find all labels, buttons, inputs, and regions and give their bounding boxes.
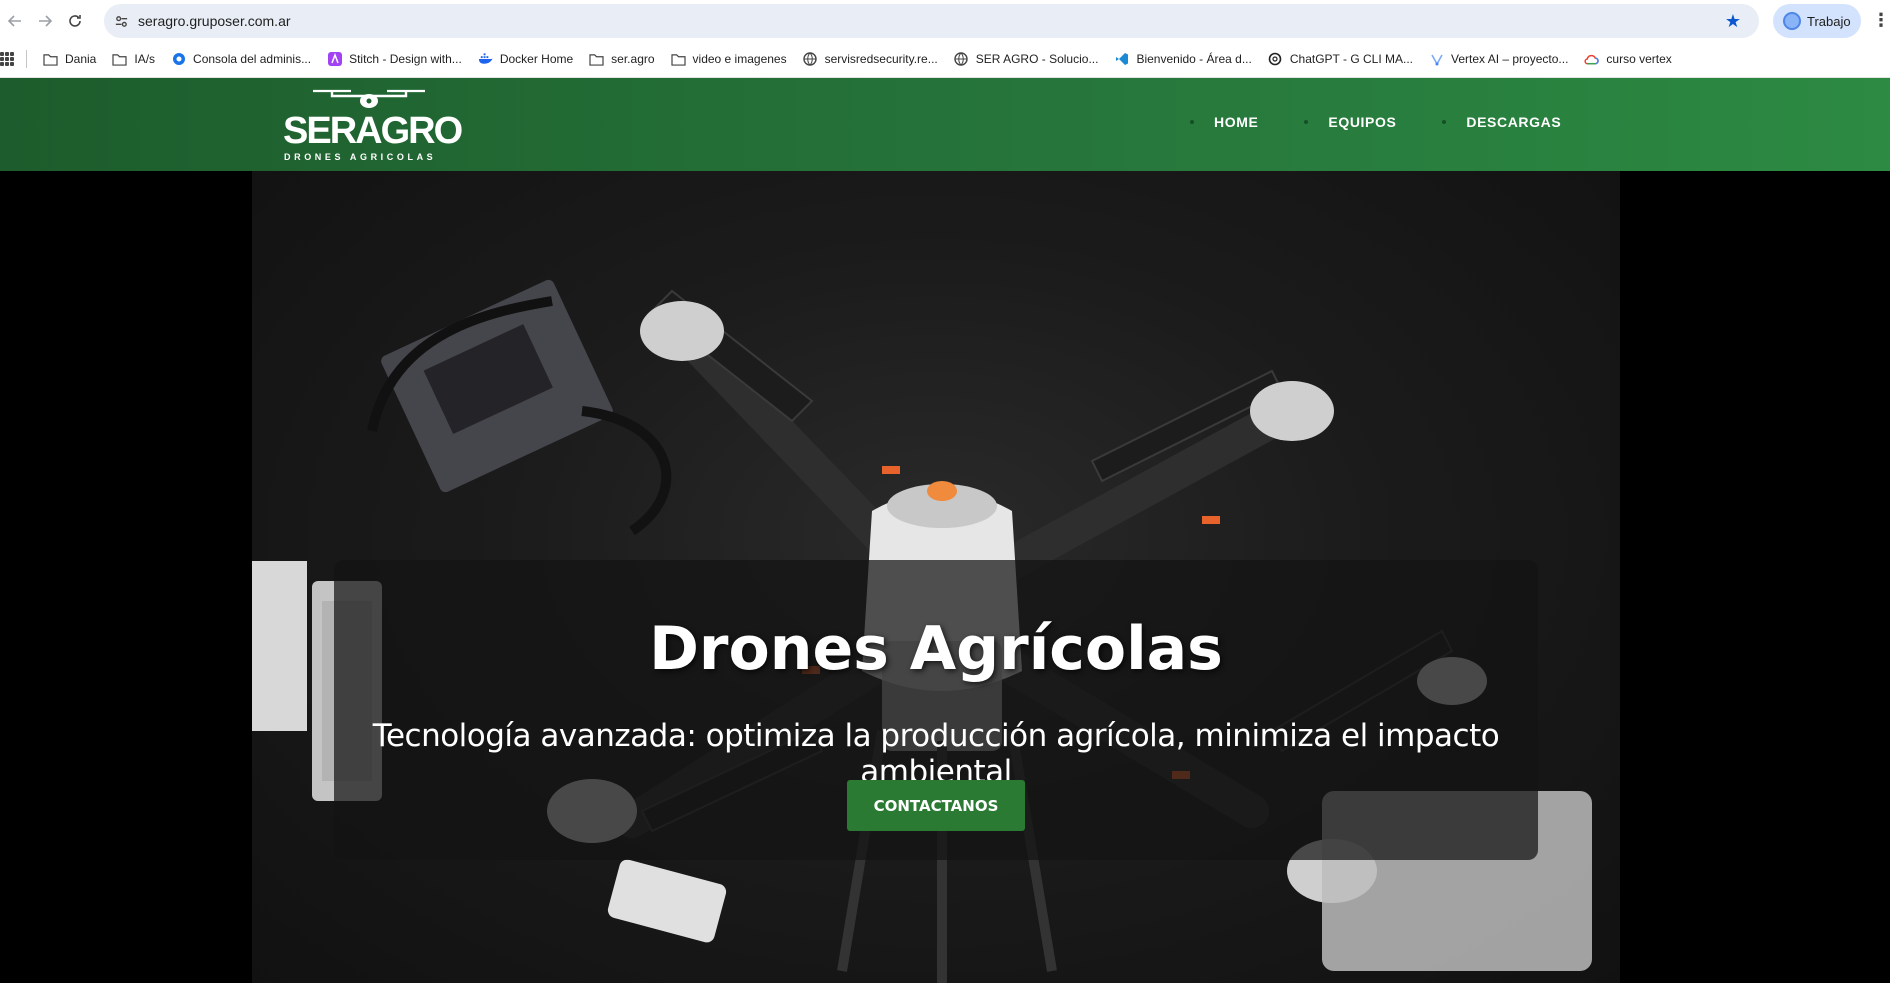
bookmark-label: servisredsecurity.re... [824,52,938,66]
bookmark-stitch[interactable]: Stitch - Design with... [319,45,470,73]
bookmark-label: SER AGRO - Solucio... [975,52,1099,66]
bookmark-ias[interactable]: IA/s [104,45,163,73]
more-menu-icon[interactable]: ⋮ [1872,8,1890,32]
hero-caption-box: Drones Agrícolas Tecnología avanzada: op… [334,560,1538,860]
bookmark-label: Vertex AI – proyecto... [1451,52,1569,66]
admin-console-icon [171,52,186,66]
bookmark-label: video e imagenes [692,52,787,66]
folder-icon [43,52,58,66]
logo-tagline: DRONES AGRICOLAS [284,152,437,162]
bookmarks-bar: Dania IA/s Consola del adminis... Stitch… [0,41,1890,78]
bookmark-label: ser.agro [611,52,655,66]
bullet-icon [1304,120,1309,124]
nav-label: DESCARGAS [1466,114,1562,130]
nav-label: EQUIPOS [1328,114,1397,130]
browser-toolbar: seragro.gruposer.com.ar ★ Trabajo ⋮ [0,0,1890,41]
folder-icon [670,52,686,66]
google-cloud-icon [1584,52,1600,66]
main-navigation: HOME EQUIPOS DESCARGAS [1190,114,1607,130]
bookmark-label: Dania [65,52,97,66]
chatgpt-icon [1268,52,1283,66]
bookmark-curso-vertex[interactable]: curso vertex [1576,45,1679,73]
arrow-right-icon [39,14,53,27]
vscode-icon [1114,52,1129,66]
nav-home[interactable]: HOME [1190,114,1258,130]
globe-icon [954,52,969,66]
bookmark-video[interactable]: video e imagenes [663,45,795,73]
bookmark-ser-agro[interactable]: SER AGRO - Solucio... [946,45,1107,73]
seragro-logo[interactable]: SERAGRO DRONES AGRICOLAS [283,88,463,162]
profile-button[interactable]: Trabajo [1773,4,1861,38]
folder-icon [589,52,604,66]
drone-logo-icon [313,89,425,108]
bookmark-star-icon[interactable]: ★ [1725,12,1741,30]
address-bar[interactable]: seragro.gruposer.com.ar ★ [104,4,1759,38]
avatar [1783,12,1801,30]
bookmarks-divider [26,50,27,68]
globe-icon [803,52,818,66]
site-header: SERAGRO DRONES AGRICOLAS HOME EQUIPOS DE… [0,78,1890,171]
bookmark-label: Consola del adminis... [193,52,312,66]
website-viewport: SERAGRO DRONES AGRICOLAS HOME EQUIPOS DE… [0,78,1890,983]
bookmark-bienvenido[interactable]: Bienvenido - Área d... [1106,45,1259,73]
nav-label: HOME [1214,114,1259,130]
url-text[interactable]: seragro.gruposer.com.ar [138,13,291,29]
bookmark-label: IA/s [134,52,156,66]
apps-grid-icon[interactable] [0,52,14,66]
site-info-icon[interactable] [104,14,138,29]
contact-button[interactable]: CONTACTANOS [847,780,1025,831]
hero-section: Drones Agrícolas Tecnología avanzada: op… [252,171,1620,983]
vertex-icon [1429,52,1444,66]
hero-title: Drones Agrícolas [649,614,1223,684]
docker-icon [478,52,493,66]
bookmark-servisred[interactable]: servisredsecurity.re... [795,45,946,73]
bookmark-label: Docker Home [499,52,574,66]
bookmark-docker[interactable]: Docker Home [470,45,581,73]
bookmark-label: ChatGPT - G CLI MA... [1289,52,1413,66]
bullet-icon [1190,120,1194,124]
forward-button[interactable] [30,6,60,36]
bookmark-consola[interactable]: Consola del adminis... [163,45,319,73]
reload-button[interactable] [60,6,90,36]
bookmark-dania[interactable]: Dania [35,45,104,73]
stitch-icon [327,52,342,66]
arrow-left-icon [7,14,21,27]
bookmark-label: Bienvenido - Área d... [1136,52,1252,66]
logo-brand-text: SERAGRO [283,110,463,152]
bookmark-chatgpt[interactable]: ChatGPT - G CLI MA... [1260,45,1421,73]
nav-descargas[interactable]: DESCARGAS [1442,114,1561,130]
profile-label: Trabajo [1807,13,1851,29]
folder-icon [112,52,127,66]
reload-icon [69,14,81,27]
bookmark-label: Stitch - Design with... [349,52,462,66]
bullet-icon [1442,120,1447,124]
bookmark-seragro[interactable]: ser.agro [581,45,662,73]
nav-equipos[interactable]: EQUIPOS [1304,114,1396,130]
bookmark-vertex[interactable]: Vertex AI – proyecto... [1421,45,1576,73]
back-button[interactable] [0,6,30,36]
bookmark-label: curso vertex [1606,52,1672,66]
